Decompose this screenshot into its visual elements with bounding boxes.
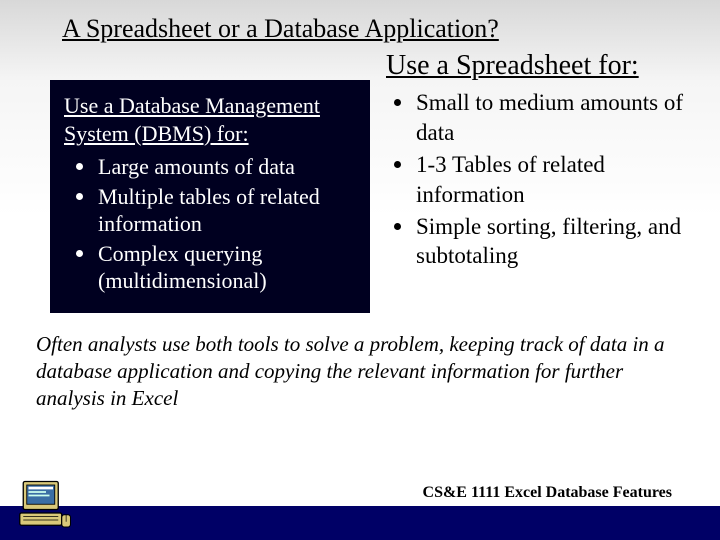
list-item: Simple sorting, filtering, and subtotali…: [388, 212, 692, 272]
list-item: 1-3 Tables of related information: [388, 150, 692, 210]
dbms-bullet-list: Large amounts of data Multiple tables of…: [64, 153, 358, 295]
list-item: Large amounts of data: [72, 153, 358, 181]
left-column: Use a Database Management System (DBMS) …: [50, 46, 370, 313]
list-item: Complex querying (multidimensional): [72, 240, 358, 295]
computer-icon: [18, 478, 74, 534]
footer-text: CS&E 1111 Excel Database Features: [423, 484, 672, 502]
list-item: Small to medium amounts of data: [388, 88, 692, 148]
list-item: Multiple tables of related information: [72, 183, 358, 238]
slide-title: A Spreadsheet or a Database Application?: [0, 0, 720, 46]
dbms-heading: Use a Database Management System (DBMS) …: [64, 92, 358, 147]
content-area: Use a Database Management System (DBMS) …: [0, 46, 720, 313]
dbms-box: Use a Database Management System (DBMS) …: [50, 80, 370, 313]
spreadsheet-heading: Use a Spreadsheet for:: [386, 50, 692, 82]
bottom-note: Often analysts use both tools to solve a…: [0, 313, 720, 413]
footer-bar: [0, 506, 720, 540]
right-column: Use a Spreadsheet for: Small to medium a…: [370, 46, 692, 313]
spreadsheet-bullet-list: Small to medium amounts of data 1-3 Tabl…: [384, 88, 692, 271]
